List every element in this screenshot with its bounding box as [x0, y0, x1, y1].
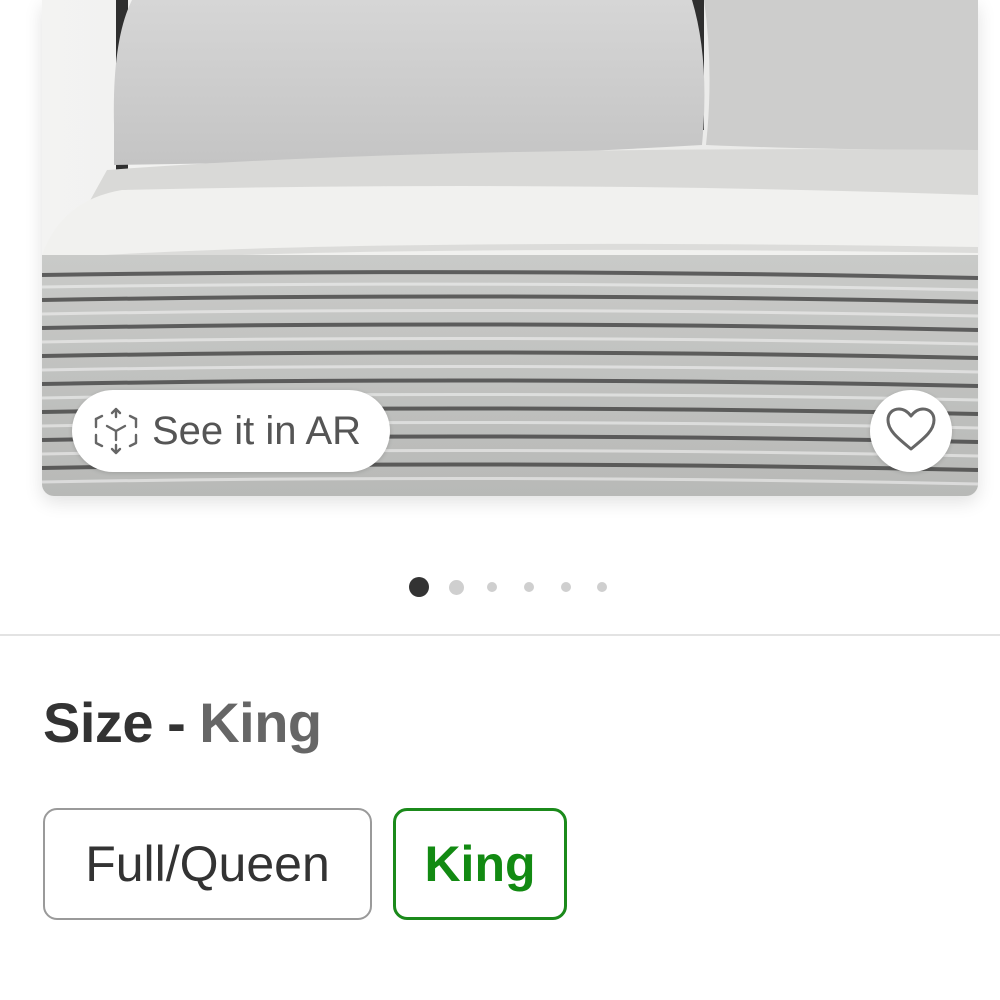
- pagination-dot[interactable]: [409, 577, 429, 597]
- pagination-dot[interactable]: [487, 582, 497, 592]
- size-heading: Size - King: [43, 690, 322, 755]
- pagination-dot[interactable]: [597, 582, 607, 592]
- ar-cube-icon: [90, 405, 142, 457]
- size-separator: -: [167, 691, 186, 754]
- see-in-ar-button[interactable]: See it in AR: [72, 390, 390, 472]
- size-option-full-queen[interactable]: Full/Queen: [43, 808, 372, 920]
- size-label: Size: [43, 691, 154, 754]
- favorite-button[interactable]: [870, 390, 952, 472]
- heart-outline-icon: [885, 406, 937, 457]
- pagination-dot[interactable]: [448, 579, 464, 595]
- section-divider: [0, 634, 1000, 636]
- selected-size: King: [199, 691, 322, 754]
- gallery-pagination: [0, 575, 1000, 599]
- see-in-ar-label: See it in AR: [152, 408, 362, 453]
- pagination-dot[interactable]: [561, 582, 571, 592]
- pagination-dot[interactable]: [524, 582, 534, 592]
- size-option-king[interactable]: King: [393, 808, 567, 920]
